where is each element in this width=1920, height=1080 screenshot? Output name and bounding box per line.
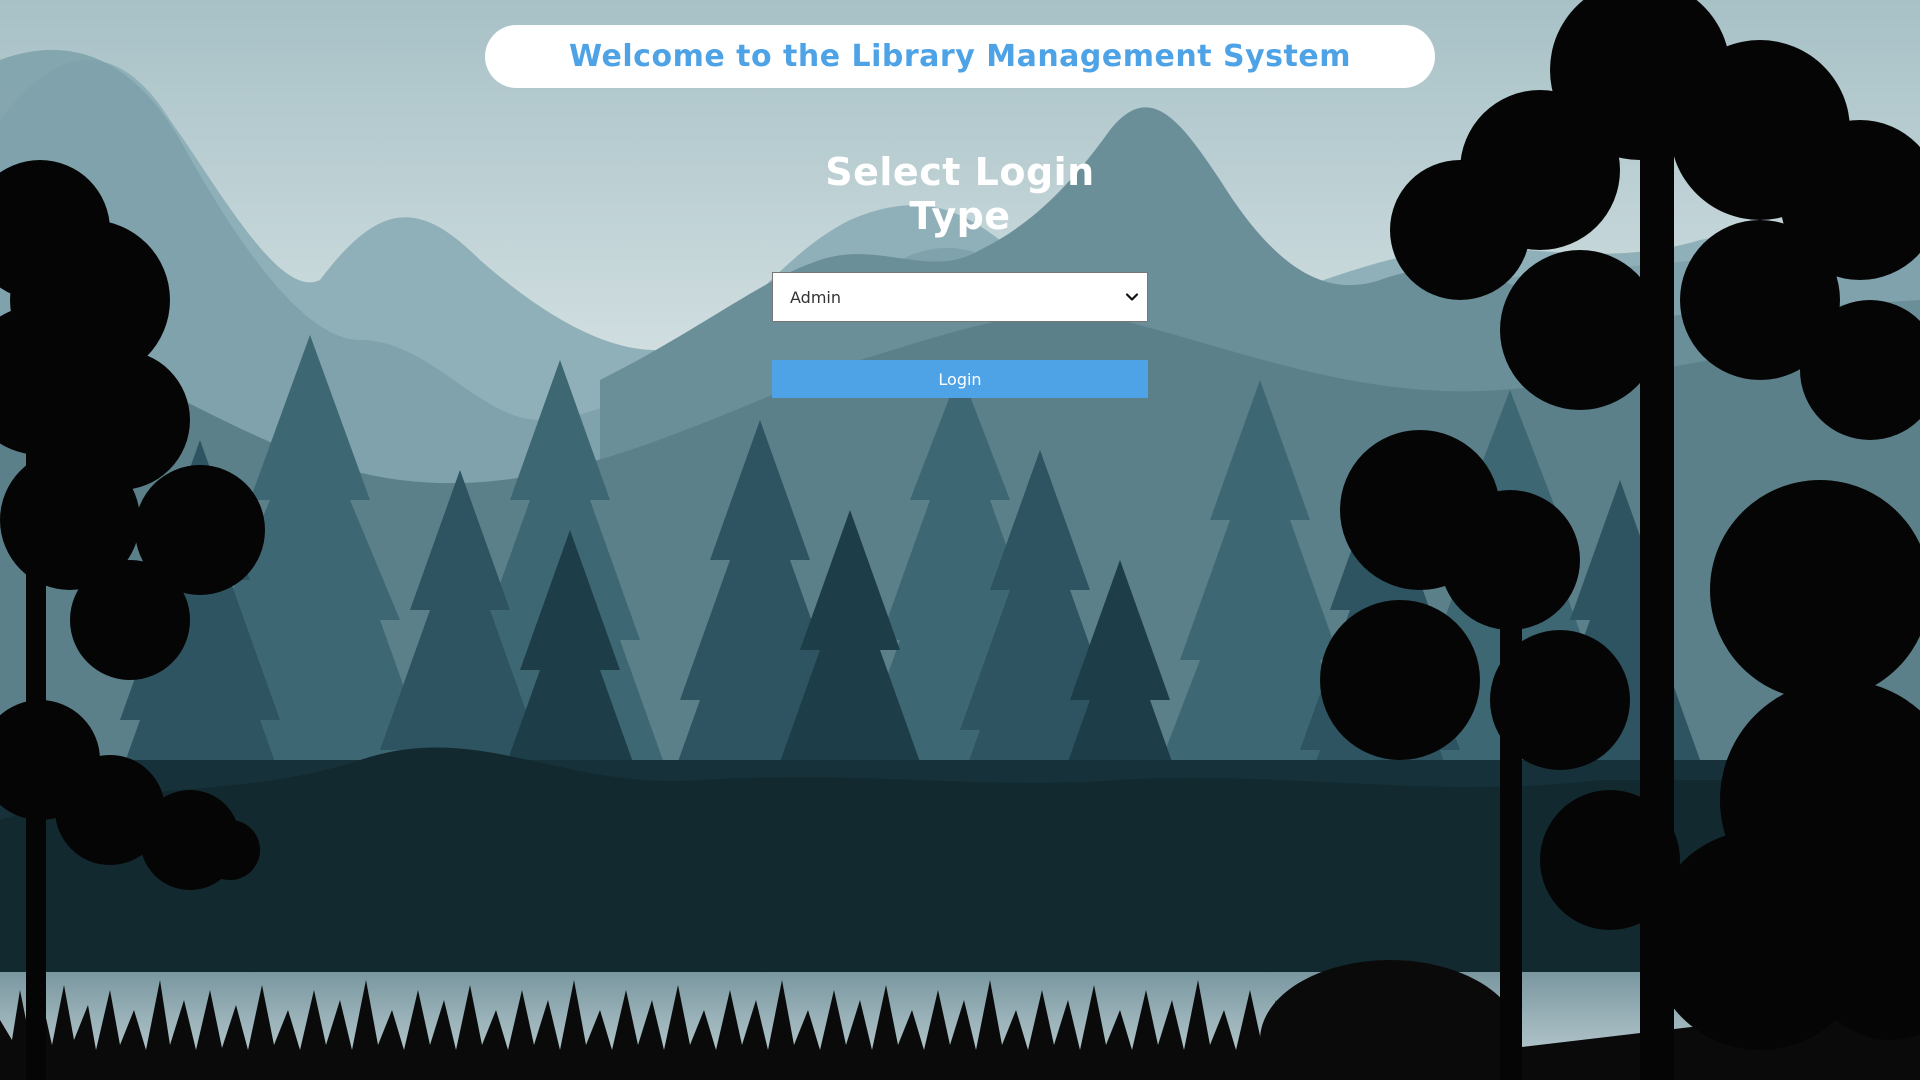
login-button[interactable]: Login [772, 360, 1148, 398]
page-root: Welcome to the Library Management System… [0, 0, 1920, 1080]
login-type-heading: Select Login Type [825, 150, 1095, 238]
login-type-select-wrapper[interactable]: Admin [772, 272, 1148, 322]
login-type-select[interactable]: Admin [773, 273, 1147, 321]
welcome-header: Welcome to the Library Management System [485, 25, 1435, 88]
login-panel: Select Login Type Admin Login [772, 150, 1148, 398]
header-title: Welcome to the Library Management System [569, 39, 1351, 74]
